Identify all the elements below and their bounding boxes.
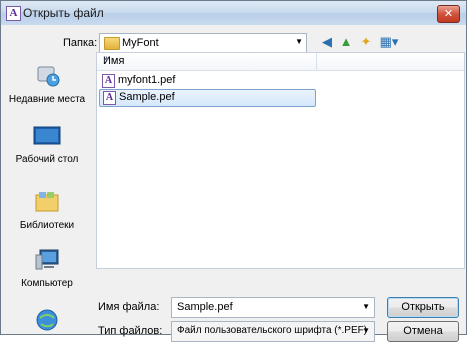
- open-file-dialog: A Открыть файл ✕ Папка: MyFont ▼ ◀ ▲ ✦ ▦…: [0, 0, 467, 342]
- recent-places-icon: [37, 66, 60, 87]
- place-desktop[interactable]: Рабочий стол: [1, 123, 93, 165]
- filename-label: Имя файла:: [98, 301, 160, 313]
- view-menu-icon[interactable]: ▦▾: [378, 34, 400, 50]
- cancel-button[interactable]: Отмена: [387, 321, 459, 342]
- folder-icon: [104, 37, 120, 50]
- filetype-select[interactable]: Файл пользовательского шрифта (*.PEF) ▼: [171, 321, 375, 342]
- place-label: Рабочий стол: [15, 154, 79, 165]
- desktop-icon: [33, 126, 61, 145]
- list-header: Имя ▲: [97, 53, 464, 71]
- place-computer[interactable]: Компьютер: [1, 247, 93, 289]
- app-icon: A: [6, 6, 21, 21]
- computer-icon: [35, 249, 59, 270]
- open-button[interactable]: Открыть: [387, 297, 459, 318]
- column-header-name[interactable]: Имя ▲: [97, 53, 317, 70]
- filetype-label: Тип файлов:: [98, 325, 163, 337]
- dialog-body: Папка: MyFont ▼ ◀ ▲ ✦ ▦▾ Недавние места: [1, 25, 466, 342]
- new-folder-icon[interactable]: ✦: [358, 34, 374, 50]
- folder-combo[interactable]: MyFont ▼: [99, 33, 307, 54]
- window-title: Открыть файл: [23, 6, 104, 20]
- place-label: Компьютер: [21, 278, 73, 289]
- place-libraries[interactable]: Библиотеки: [1, 189, 93, 231]
- pef-file-icon: A: [103, 91, 116, 105]
- close-button[interactable]: ✕: [437, 5, 460, 23]
- libraries-icon: [35, 192, 59, 212]
- chevron-down-icon: ▼: [362, 326, 370, 335]
- filename-input[interactable]: Sample.pef ▼: [171, 297, 375, 318]
- file-list[interactable]: Имя ▲ A myfont1.pef A Sample.pef: [96, 52, 465, 269]
- network-icon: [36, 309, 58, 331]
- chevron-down-icon[interactable]: ▼: [362, 302, 370, 311]
- folder-label: Папка:: [63, 37, 98, 49]
- title-bar[interactable]: A Открыть файл ✕: [1, 1, 466, 25]
- place-label: Недавние места: [8, 94, 86, 105]
- place-recent[interactable]: Недавние места: [1, 63, 93, 105]
- place-label: Библиотеки: [19, 220, 75, 231]
- place-network[interactable]: [1, 307, 93, 336]
- file-name: Sample.pef: [119, 91, 175, 103]
- back-icon[interactable]: ◀: [319, 34, 335, 50]
- filetype-value: Файл пользовательского шрифта (*.PEF): [177, 325, 368, 336]
- filename-value: Sample.pef: [177, 301, 233, 313]
- pef-file-icon: A: [102, 74, 115, 88]
- file-name: myfont1.pef: [118, 74, 176, 86]
- folder-name: MyFont: [122, 37, 159, 49]
- list-item[interactable]: A myfont1.pef: [99, 73, 314, 89]
- chevron-down-icon: ▼: [295, 37, 303, 46]
- list-item[interactable]: A Sample.pef: [99, 89, 316, 107]
- up-folder-icon[interactable]: ▲: [338, 34, 354, 50]
- column-header-extra[interactable]: [317, 53, 463, 70]
- places-bar: Недавние места Рабочий стол Библиотеки К…: [1, 63, 93, 334]
- sort-arrow-icon: ▲: [103, 55, 110, 62]
